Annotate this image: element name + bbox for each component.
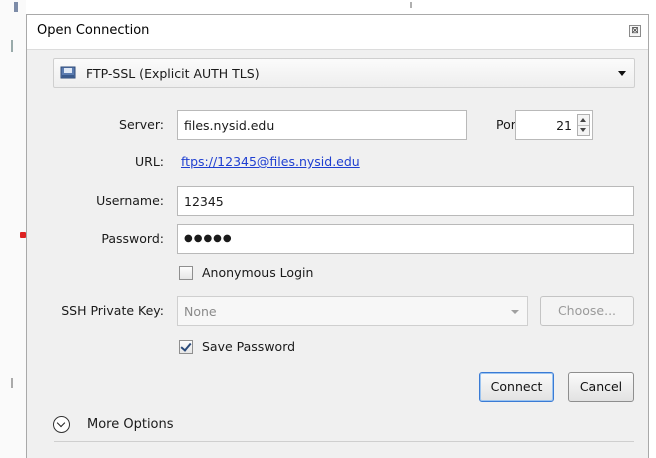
- ssh-key-label: SSH Private Key:: [61, 303, 164, 318]
- chevron-down-icon: [511, 310, 519, 314]
- chevron-down-icon: [618, 71, 626, 76]
- arrow-up-icon[interactable]: [580, 118, 586, 122]
- save-password-checkbox[interactable]: [179, 340, 193, 354]
- expand-chevron-icon[interactable]: [53, 416, 70, 433]
- server-label: Server:: [119, 117, 164, 132]
- password-label: Password:: [101, 231, 164, 246]
- port-input[interactable]: 21: [515, 110, 593, 140]
- anonymous-login-checkbox[interactable]: [179, 266, 193, 280]
- cancel-button[interactable]: Cancel: [568, 372, 634, 402]
- arrow-down-icon[interactable]: [580, 128, 586, 132]
- close-button[interactable]: ⊠: [629, 25, 641, 37]
- dialog-title: Open Connection: [37, 23, 150, 38]
- background-fragment: [14, 2, 18, 12]
- url-label: URL:: [134, 154, 164, 169]
- anonymous-login-label: Anonymous Login: [202, 265, 314, 280]
- disk-icon: [60, 66, 76, 79]
- dialog-titlebar: Open Connection ⊠: [27, 15, 648, 50]
- background-fragment: [11, 40, 13, 52]
- divider: [54, 441, 634, 442]
- port-stepper[interactable]: [577, 114, 590, 136]
- choose-key-button[interactable]: Choose...: [540, 296, 634, 326]
- background-fragment: [410, 2, 412, 8]
- protocol-selected: FTP-SSL (Explicit AUTH TLS): [86, 66, 260, 81]
- protocol-dropdown[interactable]: FTP-SSL (Explicit AUTH TLS): [53, 58, 635, 88]
- background-fragment: [11, 378, 13, 388]
- username-label: Username:: [96, 193, 164, 208]
- password-input[interactable]: ●●●●●: [177, 224, 634, 254]
- open-connection-dialog: Open Connection ⊠ FTP-SSL (Explicit AUTH…: [26, 14, 649, 458]
- server-input[interactable]: files.nysid.edu: [177, 110, 467, 140]
- url-link[interactable]: ftps://12345@files.nysid.edu: [181, 154, 360, 169]
- ssh-key-dropdown[interactable]: None: [177, 296, 528, 326]
- save-password-label: Save Password: [202, 339, 296, 354]
- connect-button[interactable]: Connect: [479, 372, 554, 402]
- background-window: [0, 0, 26, 458]
- username-input[interactable]: 12345: [177, 186, 634, 216]
- more-options-label[interactable]: More Options: [87, 417, 174, 432]
